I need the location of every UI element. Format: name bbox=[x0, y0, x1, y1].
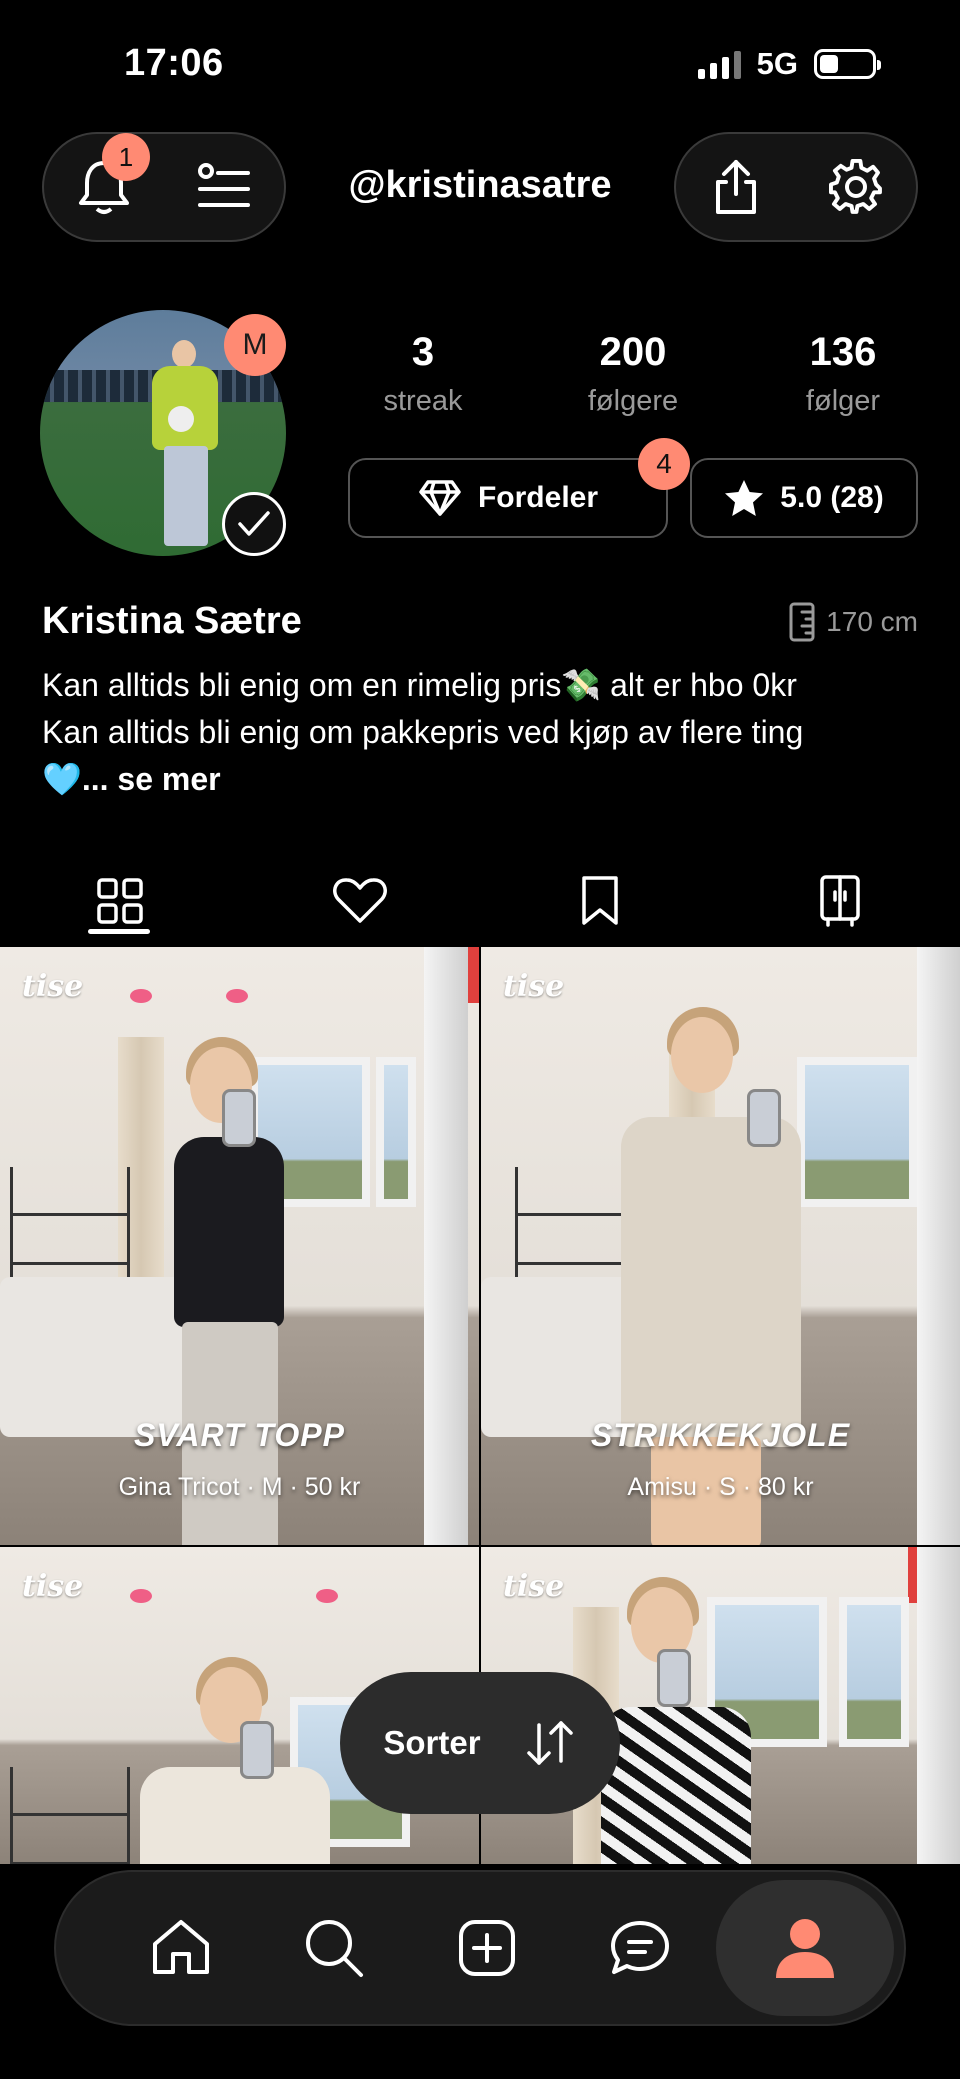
profile-bio: Kan alltids bli enig om en rimelig pris💸… bbox=[42, 662, 922, 803]
listing-card[interactable]: tise SVART TOPP Gina Tricot · M · 50 kr bbox=[0, 947, 479, 1545]
sort-arrows-icon bbox=[526, 1721, 573, 1765]
listing-card[interactable]: tise STRIKKEKJOLE Amisu · S · 80 kr bbox=[481, 947, 960, 1545]
nav-search[interactable] bbox=[257, 1880, 410, 2016]
tise-logo: tise bbox=[22, 969, 84, 1004]
bio-emoji: 🩵 bbox=[42, 761, 82, 797]
tise-logo: tise bbox=[503, 969, 565, 1004]
listing-title: SVART TOPP bbox=[134, 1417, 345, 1453]
bio-line-2: Kan alltids bli enig om pakkepris ved kj… bbox=[42, 714, 804, 750]
profile-name: Kristina Sætre bbox=[42, 600, 302, 642]
checkmark-icon bbox=[238, 511, 270, 536]
nav-messages[interactable] bbox=[563, 1880, 716, 2016]
notification-count-badge: 1 bbox=[102, 133, 150, 181]
following-count: 136 bbox=[809, 330, 877, 374]
status-indicators: 5G bbox=[697, 46, 881, 82]
notifications-button[interactable]: 1 bbox=[64, 133, 150, 227]
signal-icon bbox=[697, 49, 741, 79]
stat-streak[interactable]: 3 streak bbox=[338, 330, 508, 418]
wardrobe-icon bbox=[820, 875, 860, 927]
star-icon bbox=[725, 480, 764, 516]
battery-icon bbox=[814, 49, 881, 79]
avatar-football bbox=[168, 406, 194, 432]
listing-meta: Amisu · S · 80 kr bbox=[627, 1473, 814, 1501]
streak-count: 3 bbox=[411, 330, 435, 374]
gear-icon bbox=[829, 159, 882, 214]
chat-icon bbox=[610, 1921, 669, 1974]
status-time: 17:06 bbox=[124, 42, 224, 84]
sort-label: Sorter bbox=[383, 1724, 481, 1761]
home-icon bbox=[152, 1920, 209, 1974]
share-button[interactable] bbox=[696, 147, 776, 227]
followers-label: følgere bbox=[587, 385, 679, 417]
profile-username: @kristinasatre bbox=[348, 164, 612, 206]
fordeler-button[interactable]: Fordeler bbox=[348, 458, 668, 538]
fordeler-label: Fordeler bbox=[477, 481, 599, 514]
avatar-size-badge: M bbox=[224, 314, 286, 376]
header-left-group: 1 bbox=[42, 132, 286, 242]
list-menu-button[interactable] bbox=[184, 147, 264, 227]
streak-label: streak bbox=[383, 385, 463, 417]
tab-listings[interactable] bbox=[0, 856, 240, 946]
stat-followers[interactable]: 200 følgere bbox=[548, 330, 718, 418]
verified-badge bbox=[222, 492, 286, 556]
tise-logo: tise bbox=[503, 1569, 565, 1604]
share-icon bbox=[716, 160, 756, 214]
height-value: 170 cm bbox=[826, 606, 918, 637]
list-menu-icon bbox=[198, 163, 250, 207]
followers-count: 200 bbox=[599, 330, 667, 374]
heart-icon bbox=[333, 878, 387, 923]
tise-logo: tise bbox=[22, 1569, 84, 1604]
rating-button[interactable]: 5.0 (28) bbox=[690, 458, 918, 538]
bookmark-icon bbox=[582, 876, 618, 925]
sort-button[interactable]: Sorter bbox=[340, 1672, 620, 1814]
ruler-icon bbox=[789, 602, 815, 642]
see-more-link[interactable]: ... se mer bbox=[82, 761, 221, 797]
avatar-person-head bbox=[172, 340, 196, 368]
diamond-icon bbox=[419, 480, 461, 516]
rating-label: 5.0 (28) bbox=[780, 481, 884, 514]
bottom-navigation bbox=[54, 1870, 906, 2026]
listing-meta: Gina Tricot · M · 50 kr bbox=[118, 1473, 361, 1501]
tab-wardrobe[interactable] bbox=[720, 856, 960, 946]
following-label: følger bbox=[805, 385, 881, 417]
fordeler-count-badge: 4 bbox=[638, 438, 690, 490]
listing-title: STRIKKEKJOLE bbox=[590, 1417, 851, 1453]
profile-height: 170 cm bbox=[788, 602, 918, 642]
search-icon bbox=[305, 1920, 363, 1977]
tab-favorites[interactable] bbox=[240, 856, 480, 946]
settings-button[interactable] bbox=[816, 147, 896, 227]
add-icon bbox=[458, 1920, 515, 1976]
stat-following[interactable]: 136 følger bbox=[758, 330, 928, 418]
header-right-group bbox=[674, 132, 918, 242]
profile-icon bbox=[776, 1919, 835, 1978]
nav-profile[interactable] bbox=[716, 1880, 895, 2016]
grid-icon bbox=[97, 878, 143, 924]
nav-home[interactable] bbox=[104, 1880, 257, 2016]
nav-add-listing[interactable] bbox=[410, 1880, 563, 2016]
tab-saved[interactable] bbox=[480, 856, 720, 946]
network-label: 5G bbox=[756, 46, 798, 81]
profile-tabs bbox=[0, 856, 960, 946]
avatar-person-legs bbox=[164, 446, 208, 546]
bio-line-1: Kan alltids bli enig om en rimelig pris💸… bbox=[42, 667, 797, 703]
bio-line-3: 🩵... se mer bbox=[42, 756, 922, 803]
